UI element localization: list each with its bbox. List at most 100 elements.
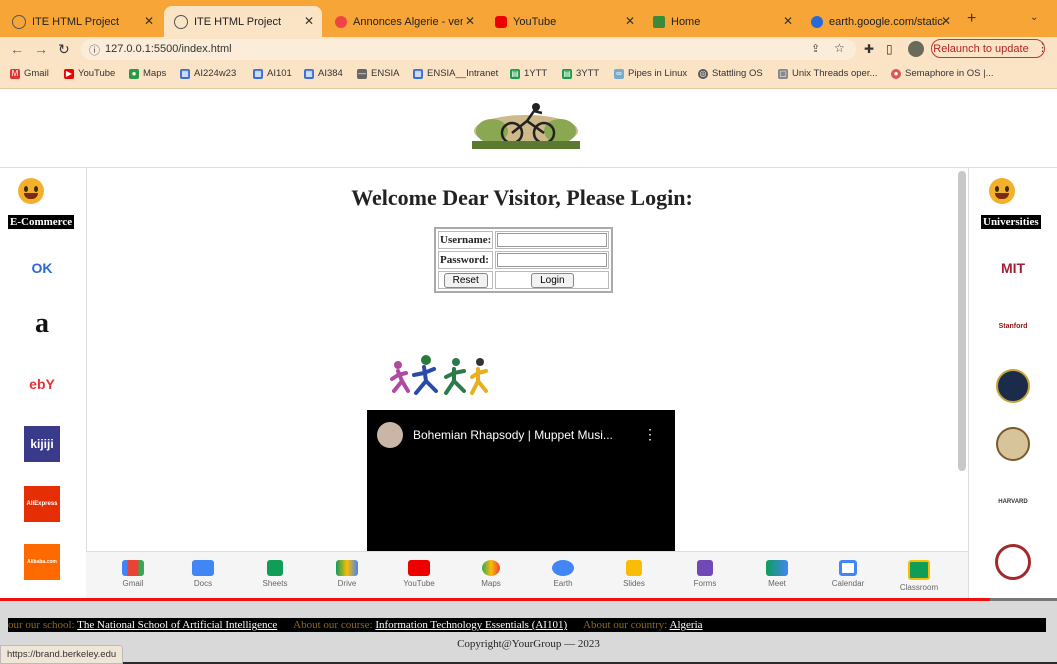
stanford-logo[interactable]: Stanford	[995, 308, 1031, 344]
docs-icon	[192, 560, 214, 576]
home-icon	[653, 15, 665, 28]
new-tab-icon[interactable]: +	[967, 10, 976, 28]
bookmark-unix-threads[interactable]: ▢ Unix Threads oper...	[778, 68, 877, 79]
close-icon[interactable]: ✕	[144, 14, 154, 28]
page-header	[0, 89, 1057, 168]
close-icon[interactable]: ✕	[783, 14, 793, 28]
bookmark-maps[interactable]: ● Maps	[129, 68, 166, 79]
reload-icon[interactable]: ↻	[58, 41, 70, 58]
reset-button[interactable]: Reset	[443, 272, 488, 288]
bookmark-1ytt[interactable]: ▤ 1YTT	[510, 68, 547, 79]
ebay-logo[interactable]: ebY	[24, 366, 60, 402]
app-docs[interactable]: Docs	[178, 556, 228, 588]
app-meet[interactable]: Meet	[752, 556, 802, 588]
youtube-video-embed[interactable]: Bohemian Rhapsody | Muppet Musi... ⋮	[367, 410, 675, 555]
close-icon[interactable]: ✕	[941, 14, 951, 28]
bookmark-semaphore[interactable]: ● Semaphore in OS |...	[891, 68, 994, 79]
app-earth[interactable]: Earth	[538, 556, 588, 588]
app-calendar[interactable]: Calendar	[823, 556, 873, 588]
bookmark-ensia[interactable]: — ENSIA	[357, 68, 400, 79]
scrollbar[interactable]	[958, 171, 966, 471]
info-icon[interactable]: ⓘ	[89, 42, 100, 58]
tab-annonces-algerie[interactable]: Annonces Algerie - vente ✕	[325, 6, 483, 37]
mit-logo[interactable]: MIT	[995, 250, 1031, 286]
school-link[interactable]: The National School of Artificial Intell…	[77, 619, 277, 631]
sheets-icon: ▤	[562, 68, 572, 79]
kijiji-logo[interactable]: kijiji	[24, 426, 60, 462]
sidepanel-icon[interactable]: ▯	[886, 42, 893, 56]
bookmark-gmail[interactable]: M Gmail	[10, 68, 49, 79]
bookmark-ai101[interactable]: ▦ AI101	[253, 68, 292, 79]
bookmark-youtube[interactable]: ▶ YouTube	[64, 68, 115, 79]
app-youtube[interactable]: YouTube	[394, 556, 444, 588]
app-gmail[interactable]: Gmail	[108, 556, 158, 588]
bookmark-pipes-in-linux[interactable]: ∞ Pipes in Linux	[614, 68, 687, 79]
tab-youtube[interactable]: YouTube ✕	[485, 6, 643, 37]
app-drive[interactable]: Drive	[322, 556, 372, 588]
close-icon[interactable]: ✕	[465, 14, 475, 28]
country-link[interactable]: Algeria	[670, 619, 703, 631]
harvard-logo[interactable]: HARVARD	[995, 484, 1031, 520]
relaunch-button[interactable]: Relaunch to update	[931, 39, 1045, 58]
course-link[interactable]: Information Technology Essentials (AI101…	[375, 619, 567, 631]
app-slides[interactable]: Slides	[609, 556, 659, 588]
url-text[interactable]: 127.0.0.1:5500/index.html	[105, 43, 232, 55]
password-input[interactable]	[497, 253, 608, 267]
username-cell	[495, 231, 610, 249]
login-button[interactable]: Login	[531, 272, 574, 288]
earth-icon	[811, 15, 823, 28]
drive-icon	[336, 560, 358, 576]
meet-icon	[766, 560, 788, 576]
back-arrow-icon[interactable]: ←	[10, 41, 24, 57]
browser-toolbar: ← → ↻ ⓘ 127.0.0.1:5500/index.html ⇪ ☆ ✚ …	[0, 37, 1057, 62]
university-seal-logo[interactable]	[995, 544, 1031, 580]
app-classroom[interactable]: Classroom	[894, 556, 944, 592]
avatar[interactable]	[908, 41, 924, 57]
app-maps[interactable]: Maps	[466, 556, 516, 588]
star-icon[interactable]: ☆	[834, 41, 845, 55]
universities-column: Universities MIT Stanford HARVARD	[968, 168, 1057, 662]
ecommerce-label: E-Commerce	[8, 215, 75, 229]
classroom-icon: ▦	[304, 68, 314, 79]
bookmark-ensia-intranet[interactable]: ▦ ENSIA__Intranet	[413, 68, 498, 79]
chevron-down-icon[interactable]: ⌄	[1030, 12, 1038, 23]
share-icon[interactable]: ⇪	[811, 42, 820, 55]
sheets-icon: ▤	[510, 68, 520, 79]
video-title[interactable]: Bohemian Rhapsody | Muppet Musi...	[413, 428, 613, 442]
cyclist-logo	[472, 103, 580, 149]
amazon-logo[interactable]: a	[24, 306, 60, 342]
address-bar[interactable]: ⓘ 127.0.0.1:5500/index.html ⇪ ☆	[81, 39, 856, 60]
tab-label: Home	[671, 15, 701, 28]
olx-logo[interactable]: OK	[24, 250, 60, 286]
tab-home[interactable]: Home ✕	[643, 6, 801, 37]
bookmarks-bar: M Gmail ▶ YouTube ● Maps ▦ AI224w23 ▦ AI101 ▦…	[0, 62, 1057, 89]
bookmark-ai384[interactable]: ▦ AI384	[304, 68, 343, 79]
close-icon[interactable]: ✕	[304, 14, 314, 28]
country-prefix: About our country:	[583, 619, 668, 631]
runners-image	[390, 355, 488, 395]
cambridge-logo[interactable]	[995, 426, 1031, 462]
close-icon[interactable]: ✕	[625, 14, 635, 28]
tab-ite-html-project-2[interactable]: ITE HTML Project ✕	[164, 6, 322, 37]
channel-avatar[interactable]	[377, 422, 403, 448]
bookmark-ai224w23[interactable]: ▦ AI224w23	[180, 68, 236, 79]
maps-pin-icon	[482, 560, 500, 576]
tab-label: ITE HTML Project	[194, 15, 281, 28]
tab-ite-html-project-1[interactable]: ITE HTML Project ✕	[2, 6, 162, 37]
alibaba-logo[interactable]: Alibaba.com	[24, 544, 60, 580]
extensions-icon[interactable]: ✚	[864, 42, 874, 56]
oxford-logo[interactable]	[995, 368, 1031, 404]
bookmark-3ytt[interactable]: ▤ 3YTT	[562, 68, 599, 79]
tab-earth[interactable]: earth.google.com/static/m ✕	[801, 6, 959, 37]
copyright-text: Copyright@YourGroup — 2023	[457, 638, 600, 650]
menu-dots-icon[interactable]: ⋮	[643, 426, 657, 443]
aliexpress-logo[interactable]: AliExpress	[24, 486, 60, 522]
forward-arrow-icon[interactable]: →	[34, 41, 48, 57]
gmail-icon: M	[10, 68, 20, 79]
app-forms[interactable]: Forms	[680, 556, 730, 588]
username-input[interactable]	[497, 233, 608, 247]
menu-dots-icon[interactable]: ⋮	[1037, 41, 1048, 54]
tab-label: Annonces Algerie - vente	[353, 15, 463, 28]
app-sheets[interactable]: Sheets	[250, 556, 300, 588]
bookmark-stattling-os[interactable]: ◎ Stattling OS	[698, 68, 763, 79]
